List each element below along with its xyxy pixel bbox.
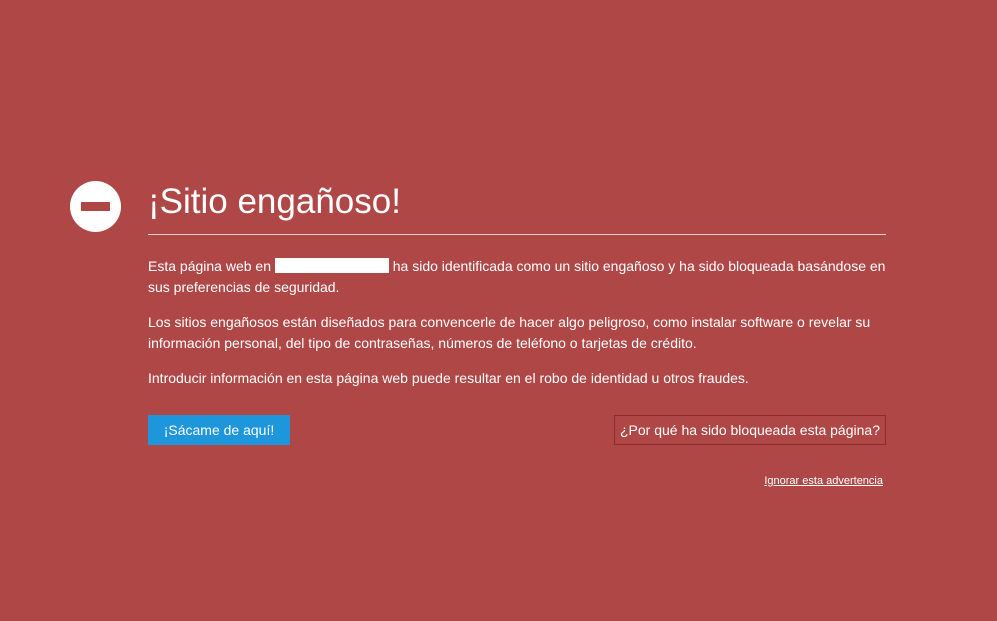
page-title: ¡Sitio engañoso!	[148, 182, 401, 221]
why-blocked-button[interactable]: ¿Por qué ha sido bloqueada esta página?	[614, 415, 886, 445]
warning-text-prefix: Esta página web en	[148, 258, 271, 274]
warning-paragraph-2: Los sitios engañosos están diseñados par…	[148, 314, 871, 351]
get-me-out-button[interactable]: ¡Sácame de aquí!	[148, 415, 290, 445]
title-divider	[148, 234, 886, 235]
warning-paragraph-1: Esta página web en ha sido identificada …	[148, 256, 888, 298]
ignore-warning-link[interactable]: Ignorar esta advertencia	[764, 475, 883, 487]
warning-content: Esta página web en ha sido identificada …	[148, 256, 888, 403]
block-icon	[70, 181, 121, 232]
warning-paragraph-3: Introducir información en esta página we…	[148, 370, 749, 386]
redacted-url	[274, 258, 389, 273]
